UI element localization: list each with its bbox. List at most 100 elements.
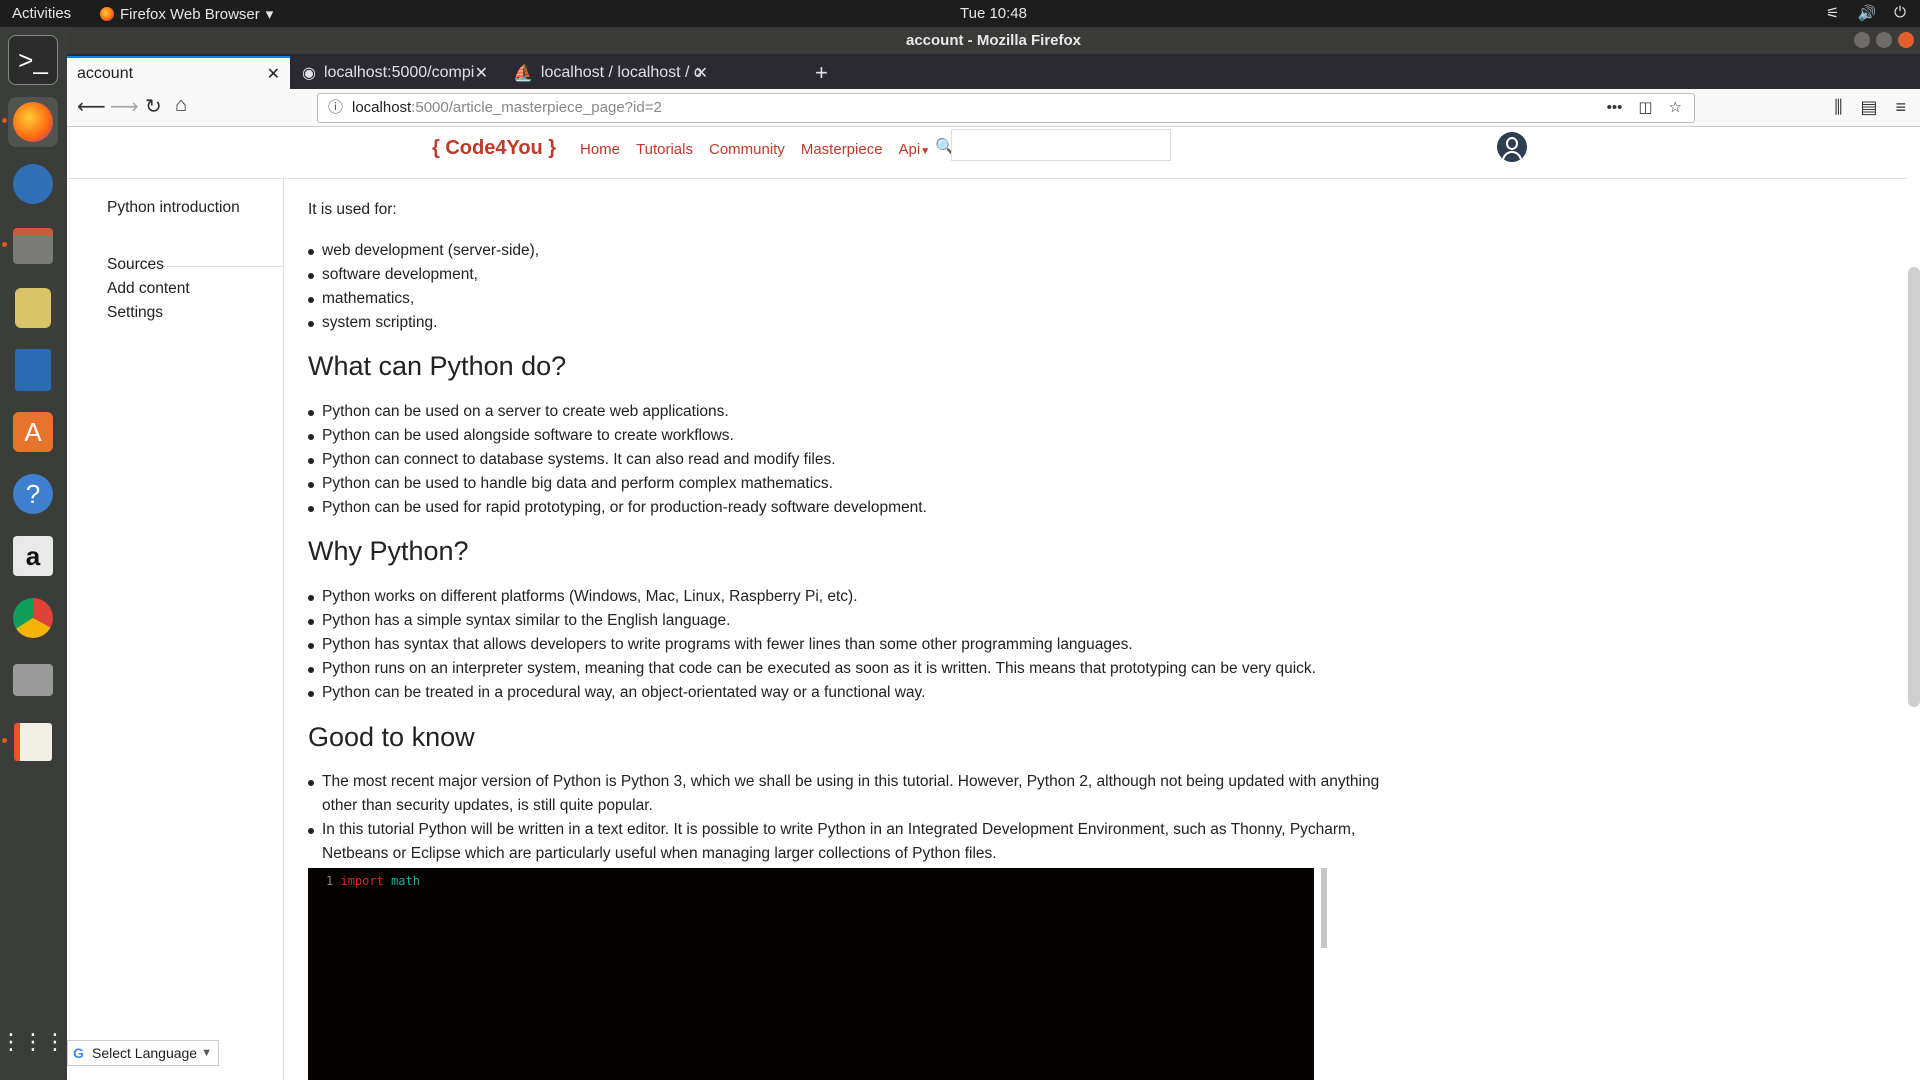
menu-masterpiece[interactable]: Masterpiece xyxy=(801,141,883,158)
running-indicator xyxy=(2,118,7,123)
caret-down-icon: ▼ xyxy=(920,146,931,157)
screenshot-icon[interactable] xyxy=(8,655,58,705)
system-tray[interactable]: ⚟ 🔊 ⏻ xyxy=(1826,4,1906,22)
list-item: system scripting. xyxy=(308,311,539,335)
search-input[interactable] xyxy=(951,129,1171,161)
firefox-dock-icon[interactable] xyxy=(8,97,58,147)
heading-good-to-know: Good to know xyxy=(308,722,475,752)
menu-community[interactable]: Community xyxy=(709,141,785,158)
library-icon[interactable]: ⫼ xyxy=(1834,97,1842,118)
list-item: Python can be used alongside software to… xyxy=(308,424,927,448)
text-editor-icon[interactable] xyxy=(8,717,58,767)
amazon-icon[interactable]: a xyxy=(8,531,58,581)
article-sidebar: Python introduction Sources Add content … xyxy=(67,179,284,1080)
list-item: In this tutorial Python will be written … xyxy=(308,818,1408,866)
url-path: :5000/article_masterpiece_page?id=2 xyxy=(411,99,662,116)
app-menu-label: Firefox Web Browser xyxy=(120,5,260,23)
uses-list: web development (server-side), software … xyxy=(308,239,539,335)
reload-button[interactable]: ↻ xyxy=(145,94,162,119)
list-item: Python can be used to handle big data an… xyxy=(308,472,927,496)
terminal-icon[interactable]: >_ xyxy=(8,35,58,85)
clock[interactable]: Tue 10:48 xyxy=(960,5,1027,22)
maximize-button[interactable] xyxy=(1876,32,1892,48)
close-tab-icon[interactable]: ✕ xyxy=(475,63,488,83)
app-menu[interactable]: Firefox Web Browser ▾ xyxy=(100,5,273,23)
editor-scrollbar[interactable] xyxy=(1321,868,1327,948)
back-button[interactable]: ⟵ xyxy=(77,94,106,119)
network-icon[interactable]: ⚟ xyxy=(1826,4,1839,22)
used-for-text: It is used for: xyxy=(308,201,397,218)
close-tab-icon[interactable]: ✕ xyxy=(695,63,708,83)
software-center-icon[interactable]: A xyxy=(8,407,58,457)
code-line: 1 import math xyxy=(326,874,420,888)
activities-button[interactable]: Activities xyxy=(12,5,71,22)
good-to-know-list: The most recent major version of Python … xyxy=(308,770,1408,866)
list-item: Python has syntax that allows developers… xyxy=(308,633,1316,657)
tab-label: localhost:5000/compile xyxy=(323,63,474,81)
code-keyword: import xyxy=(340,874,384,888)
menu-api-label: Api xyxy=(898,141,921,158)
tab-account[interactable]: account ✕ xyxy=(67,56,290,89)
list-item: Python runs on an interpreter system, me… xyxy=(308,657,1316,681)
menu-api[interactable]: Api▼ xyxy=(899,141,931,158)
dropdown-arrow-icon: ▼ xyxy=(201,1047,212,1059)
code-module: math xyxy=(391,874,420,888)
list-item: Python has a simple syntax similar to th… xyxy=(308,609,1316,633)
sidebar-toggle-icon[interactable]: ▤ xyxy=(1860,97,1877,118)
page-actions-icon[interactable]: ••• xyxy=(1607,94,1623,122)
tab-label: localhost / localhost / co xyxy=(540,63,701,81)
hamburger-menu-icon[interactable]: ≡ xyxy=(1895,97,1906,118)
page-scrollbar[interactable] xyxy=(1908,267,1920,707)
window-title-bar: account - Mozilla Firefox xyxy=(67,27,1920,54)
close-window-button[interactable] xyxy=(1898,32,1914,48)
show-applications-icon[interactable]: ⋮⋮⋮ xyxy=(0,1017,66,1067)
home-icon[interactable]: ⌂ xyxy=(175,94,187,117)
why-list: Python works on different platforms (Win… xyxy=(308,585,1316,705)
rhythmbox-icon[interactable] xyxy=(8,283,58,333)
tab-phpmyadmin[interactable]: ⛵ localhost / localhost / co ✕ xyxy=(503,56,718,89)
site-brand[interactable]: { Code4You } xyxy=(432,137,556,160)
url-bar[interactable]: ⓘ localhost:5000/article_masterpiece_pag… xyxy=(317,93,1695,123)
list-item: Python works on different platforms (Win… xyxy=(308,585,1316,609)
site-navbar: { Code4You } Home Tutorials Community Ma… xyxy=(67,127,1907,179)
language-select[interactable]: G Select Language ▼ xyxy=(67,1040,219,1066)
sidebar-item-sources[interactable]: Sources xyxy=(107,256,164,274)
menu-tutorials[interactable]: Tutorials xyxy=(636,141,693,158)
power-icon[interactable]: ⏻ xyxy=(1894,4,1906,22)
info-icon[interactable]: ⓘ xyxy=(328,94,343,122)
line-number: 1 xyxy=(326,874,334,888)
sail-icon: ⛵ xyxy=(513,64,533,82)
list-item: Python can be used on a server to create… xyxy=(308,400,927,424)
sidebar-item-add-content[interactable]: Add content xyxy=(107,280,190,298)
list-item: Python can be used for rapid prototyping… xyxy=(308,496,927,520)
minimize-button[interactable] xyxy=(1854,32,1870,48)
running-indicator xyxy=(2,738,7,743)
bookmark-star-icon[interactable]: ☆ xyxy=(1669,94,1682,122)
user-avatar[interactable] xyxy=(1497,132,1527,162)
sidebar-item-python-introduction[interactable]: Python introduction xyxy=(107,199,240,217)
volume-icon[interactable]: 🔊 xyxy=(1857,4,1876,22)
language-select-label: Select Language xyxy=(92,1045,198,1061)
pocket-icon[interactable]: ◫ xyxy=(1638,94,1652,122)
list-item: web development (server-side), xyxy=(308,239,539,263)
forward-button[interactable]: ⟶ xyxy=(110,94,139,119)
launcher-dock: >_ A ? a ⋮⋮⋮ xyxy=(0,27,67,1080)
sidebar-item-settings[interactable]: Settings xyxy=(107,304,163,322)
list-item: software development, xyxy=(308,263,539,287)
new-tab-button[interactable]: + xyxy=(815,60,828,86)
files-icon[interactable] xyxy=(8,221,58,271)
site-menu: Home Tutorials Community Masterpiece Api… xyxy=(580,141,930,158)
menu-home[interactable]: Home xyxy=(580,141,620,158)
thunderbird-icon[interactable] xyxy=(8,159,58,209)
help-icon[interactable]: ? xyxy=(8,469,58,519)
tab-compile[interactable]: ◉ localhost:5000/compile ✕ xyxy=(292,56,498,89)
list-item: Python can connect to database systems. … xyxy=(308,448,927,472)
list-item: Python can be treated in a procedural wa… xyxy=(308,681,1316,705)
heading-why-python: Why Python? xyxy=(308,536,469,566)
google-icon: G xyxy=(73,1045,84,1061)
writer-icon[interactable] xyxy=(8,345,58,395)
close-tab-icon[interactable]: ✕ xyxy=(267,64,280,84)
can-do-list: Python can be used on a server to create… xyxy=(308,400,927,520)
code-editor[interactable]: 1 import math xyxy=(308,868,1314,1080)
chrome-icon[interactable] xyxy=(8,593,58,643)
